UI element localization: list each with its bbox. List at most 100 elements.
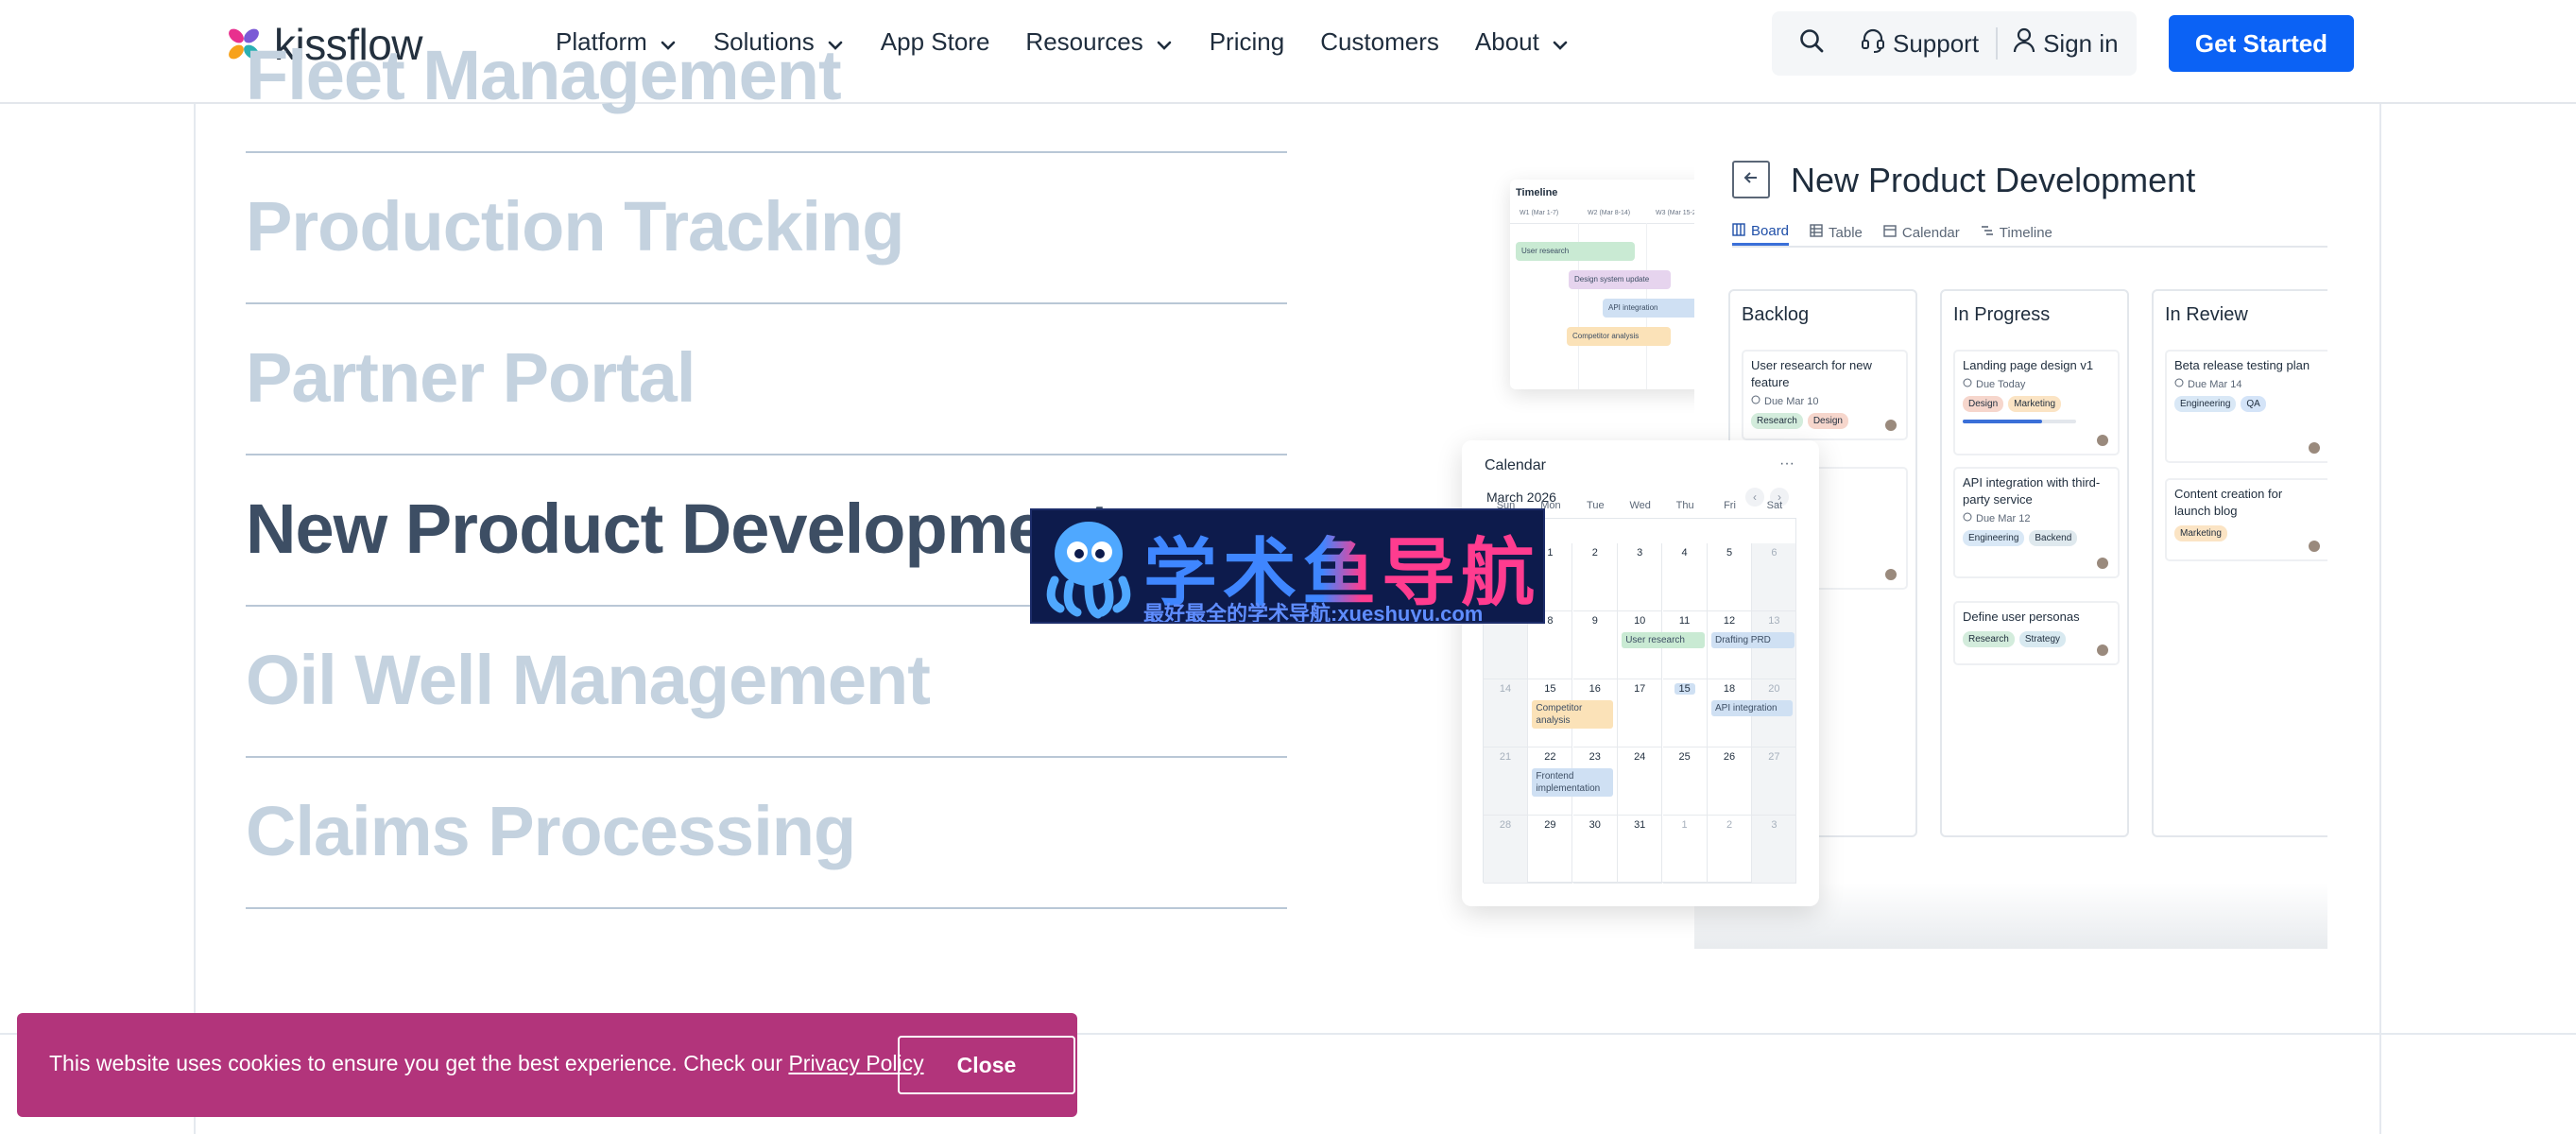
tab-label: Table xyxy=(1829,224,1863,241)
use-case-item[interactable]: Partner Portal xyxy=(246,304,1287,455)
use-case-item[interactable]: Oil Well Management xyxy=(246,607,1287,758)
calendar-day[interactable]: 9 xyxy=(1572,611,1618,679)
timeline-week-1: W1 (Mar 1-7) xyxy=(1520,210,1559,216)
tag-badge: Research xyxy=(1963,631,2015,647)
calendar-event[interactable]: Competitor analysis xyxy=(1532,700,1614,729)
sign-in-link[interactable]: Sign in xyxy=(2013,27,2119,60)
nav-item-customers[interactable]: Customers xyxy=(1320,27,1439,57)
weekday-label: Wed xyxy=(1629,500,1651,511)
day-number: 2 xyxy=(1591,547,1598,558)
calendar-day[interactable]: 24 xyxy=(1618,747,1663,816)
use-case-label: Claims Processing xyxy=(246,792,856,870)
calendar-day[interactable]: 3 xyxy=(1618,543,1663,611)
task-card[interactable]: Landing page design v1 Due Today Design Mar… xyxy=(1953,350,2120,455)
timeline-bar: User research xyxy=(1516,242,1635,261)
task-title: User research for new feature xyxy=(1751,358,1872,389)
calendar-event[interactable]: Frontend implementation xyxy=(1532,768,1614,797)
tag-badge: Strategy xyxy=(2018,631,2067,647)
calendar-day[interactable]: 31 xyxy=(1618,816,1663,884)
task-title: Landing page design v1 xyxy=(1963,358,2094,372)
task-tags: Design Marketing xyxy=(1963,396,2110,412)
task-card[interactable]: Beta release testing plan Due Mar 14 Engin… xyxy=(2165,350,2327,463)
tab-board[interactable]: Board xyxy=(1732,219,1790,246)
calendar-day[interactable]: 28 xyxy=(1484,816,1528,884)
user-icon xyxy=(2013,27,2035,60)
progress-fill xyxy=(1963,420,2042,423)
calendar-day[interactable]: 27 xyxy=(1752,747,1797,816)
weekday-label: Tue xyxy=(1587,500,1605,511)
task-tags: Engineering QA xyxy=(2174,396,2322,412)
utility-divider xyxy=(1996,27,1999,60)
tag-badge: Backend xyxy=(2029,530,2078,546)
back-button[interactable] xyxy=(1732,161,1770,198)
calendar-day[interactable]: 4 xyxy=(1662,543,1708,611)
calendar-day[interactable]: 15 xyxy=(1662,679,1708,747)
timeline-preview: Timeline ··· W1 (Mar 1-7) W2 (Mar 8-14) … xyxy=(1510,180,1712,389)
cookie-close-button[interactable]: Close xyxy=(898,1036,1075,1094)
use-case-label: New Product Development xyxy=(246,490,1111,568)
calendar-day[interactable]: 17 xyxy=(1618,679,1663,747)
day-number: 5 xyxy=(1726,547,1733,558)
task-card[interactable]: API integration with third-party service… xyxy=(1953,467,2120,578)
day-number: 18 xyxy=(1723,683,1736,695)
calendar-day[interactable]: 21 xyxy=(1484,747,1528,816)
day-number: 10 xyxy=(1634,615,1646,627)
calendar-day[interactable]: 29 xyxy=(1528,816,1573,884)
calendar-day[interactable]: 14 xyxy=(1484,679,1528,747)
use-case-item[interactable]: Production Tracking xyxy=(246,153,1287,304)
avatar xyxy=(1883,567,1898,582)
task-card[interactable]: User research for new feature Due Mar 10 R… xyxy=(1742,350,1908,440)
column-title: In Review xyxy=(2165,304,2248,325)
calendar-day[interactable]: 2 xyxy=(1572,543,1618,611)
cookie-text: This website uses cookies to ensure you … xyxy=(49,1051,789,1075)
board-title: New Product Development xyxy=(1791,161,2196,199)
watermark-banner: 学术鱼导航 最好最全的学术导航:xueshuyu.com xyxy=(1030,508,1545,624)
search-button[interactable] xyxy=(1798,27,1825,60)
tab-timeline[interactable]: Timeline xyxy=(1981,219,2052,246)
day-number: 1 xyxy=(1681,819,1688,831)
avatar xyxy=(1883,418,1898,433)
tab-calendar[interactable]: Calendar xyxy=(1883,219,1960,246)
headset-icon xyxy=(1861,27,1885,60)
calendar-event[interactable]: User research xyxy=(1622,632,1706,648)
task-due: Due Mar 12 xyxy=(1963,512,2110,524)
task-due: Due Mar 14 xyxy=(2174,378,2322,390)
calendar-event[interactable]: API integration xyxy=(1711,700,1793,716)
day-number: 15 xyxy=(1674,683,1695,695)
day-number: 3 xyxy=(1771,819,1777,831)
calendar-day[interactable]: 26 xyxy=(1708,747,1752,816)
calendar-day[interactable]: 30 xyxy=(1572,816,1618,884)
calendar-day[interactable]: 25 xyxy=(1662,747,1708,816)
calendar-day[interactable]: 3 xyxy=(1752,816,1797,884)
tag-badge: Marketing xyxy=(2008,396,2062,412)
column-title: In Progress xyxy=(1953,304,2051,325)
use-case-label: Production Tracking xyxy=(246,187,904,266)
calendar-day[interactable]: 2 xyxy=(1708,816,1752,884)
calendar-day[interactable]: 5 xyxy=(1708,543,1752,611)
nav-item-about[interactable]: About xyxy=(1475,27,1570,57)
day-number: 29 xyxy=(1544,819,1556,831)
calendar-event[interactable]: Drafting PRD xyxy=(1711,632,1795,648)
use-case-item[interactable]: Fleet Management xyxy=(246,2,1287,153)
day-number: 26 xyxy=(1723,751,1736,763)
day-number: 28 xyxy=(1499,819,1512,831)
use-case-item[interactable]: Claims Processing xyxy=(246,758,1287,909)
table-icon xyxy=(1810,224,1823,241)
get-started-button[interactable]: Get Started xyxy=(2169,15,2354,72)
more-icon[interactable]: ··· xyxy=(1779,455,1795,472)
tag-badge: QA xyxy=(2241,396,2266,412)
task-card[interactable]: Define user personas Research Strategy xyxy=(1953,601,2120,665)
sign-in-label: Sign in xyxy=(2043,28,2119,58)
tab-label: Timeline xyxy=(1999,224,2052,241)
task-card[interactable]: Content creation for launch blog Marketin… xyxy=(2165,478,2327,561)
cookie-message: This website uses cookies to ensure you … xyxy=(49,1051,924,1076)
day-number: 27 xyxy=(1768,751,1780,763)
day-number: 23 xyxy=(1589,751,1601,763)
calendar-day[interactable]: 6 xyxy=(1752,543,1797,611)
calendar-day[interactable]: 1 xyxy=(1662,816,1708,884)
tab-table[interactable]: Table xyxy=(1810,219,1863,246)
progress-bar xyxy=(1963,420,2076,423)
avatar xyxy=(2307,539,2322,554)
board-column: In Review Beta release testing plan Due Ma… xyxy=(2152,289,2327,837)
support-link[interactable]: Support xyxy=(1861,27,1979,60)
